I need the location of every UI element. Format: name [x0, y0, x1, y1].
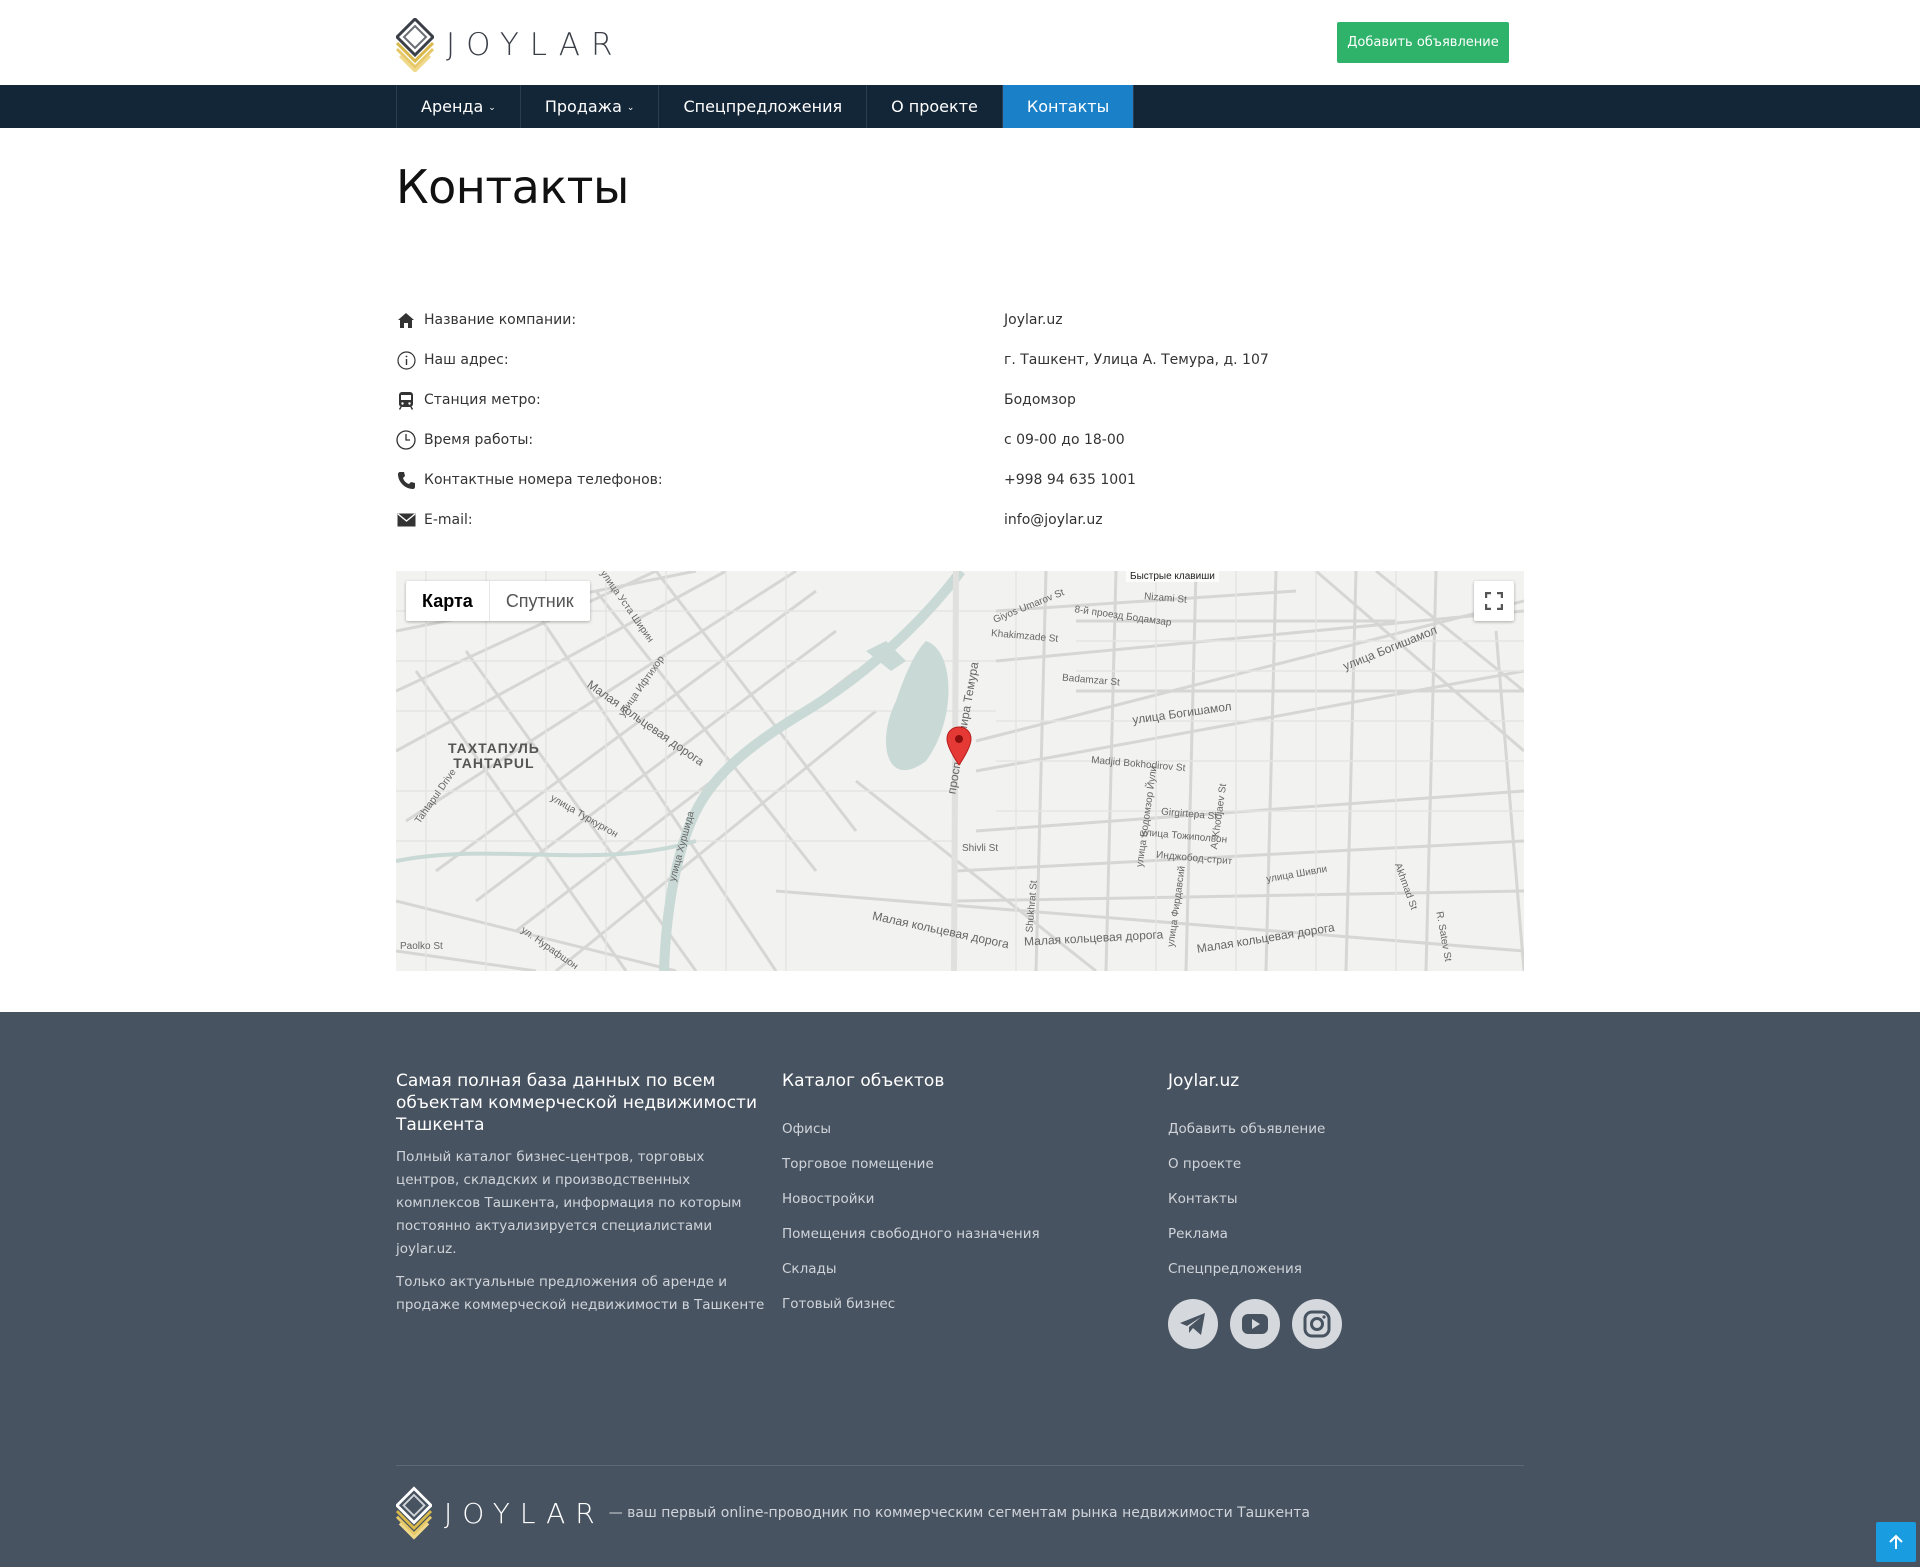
footer-link-advertising[interactable]: Реклама — [1168, 1217, 1528, 1252]
telegram-icon — [1180, 1313, 1205, 1335]
map-tab-satellite[interactable]: Спутник — [490, 581, 590, 621]
contact-row-metro: Станция метро: Бодомзор — [396, 380, 1524, 420]
location-map[interactable]: Быстрые клавиши ТАХТАПУЛЬ TAHTAPUL Малая… — [396, 571, 1524, 971]
footer-link-contacts[interactable]: Контакты — [1168, 1182, 1528, 1217]
metro-icon — [396, 390, 416, 410]
footer-about-title: Самая полная база данных по всем объекта… — [396, 1071, 757, 1135]
footer-link-offices[interactable]: Офисы — [782, 1112, 1152, 1147]
site-footer: Самая полная база данных по всем объекта… — [0, 1012, 1920, 1567]
nav-item-sale[interactable]: Продажа ⌄ — [521, 85, 660, 128]
logo-text: JOYLAR — [446, 27, 624, 63]
contact-value: Joylar.uz — [1004, 312, 1063, 328]
map-pin-icon[interactable] — [946, 726, 972, 766]
footer-link-about[interactable]: О проекте — [1168, 1147, 1528, 1182]
contact-value: Бодомзор — [1004, 392, 1076, 408]
contact-label: Наш адрес: — [424, 352, 509, 368]
contact-row-email: E-mail: info@joylar.uz — [396, 500, 1524, 540]
footer-link-ready-business[interactable]: Готовый бизнес — [782, 1287, 1152, 1322]
instagram-icon — [1303, 1310, 1331, 1338]
nav-item-label: О проекте — [891, 97, 978, 116]
telegram-link[interactable] — [1168, 1299, 1218, 1349]
social-links — [1168, 1299, 1528, 1349]
nav-item-label: Аренда — [421, 97, 484, 116]
add-listing-button[interactable]: Добавить объявление — [1337, 22, 1509, 63]
fullscreen-button[interactable] — [1474, 581, 1514, 621]
nav-item-label: Спецпредложения — [683, 97, 843, 116]
footer-about-text: Только актуальные предложения об аренде … — [396, 1274, 765, 1313]
contact-row-company: Название компании: Joylar.uz — [396, 300, 1524, 340]
footer-site-column: Joylar.uz Добавить объявление О проекте … — [1168, 1070, 1528, 1349]
clock-icon — [396, 430, 416, 450]
contact-value: г. Ташкент, Улица А. Темура, д. 107 — [1004, 352, 1269, 368]
contact-row-phone: Контактные номера телефонов: +998 94 635… — [396, 460, 1524, 500]
joylar-logo-icon[interactable] — [396, 1486, 432, 1540]
footer-link-retail[interactable]: Торговое помещение — [782, 1147, 1152, 1182]
footer-link-new-buildings[interactable]: Новостройки — [782, 1182, 1152, 1217]
contact-label: Название компании: — [424, 312, 577, 328]
map-street-label: Paolko St — [400, 941, 443, 952]
contact-value[interactable]: info@joylar.uz — [1004, 512, 1103, 528]
youtube-link[interactable] — [1230, 1299, 1280, 1349]
map-street-label: Shivli St — [962, 843, 999, 854]
mail-icon — [396, 510, 416, 530]
contact-label: Контактные номера телефонов: — [424, 472, 663, 488]
chevron-down-icon: ⌄ — [488, 102, 496, 113]
footer-link-special-offers[interactable]: Спецпредложения — [1168, 1252, 1528, 1287]
contact-label: Время работы: — [424, 432, 534, 448]
phone-icon — [396, 470, 416, 490]
fullscreen-icon — [1485, 592, 1503, 610]
site-logo[interactable]: JOYLAR — [396, 18, 624, 72]
page-title: Контакты — [396, 160, 629, 214]
nav-item-about[interactable]: О проекте — [867, 85, 1003, 128]
map-type-toggle: Карта Спутник — [406, 581, 590, 621]
instagram-link[interactable] — [1292, 1299, 1342, 1349]
nav-item-label: Контакты — [1026, 97, 1110, 116]
footer-slogan: — ваш первый online-проводник по коммерч… — [608, 1505, 1311, 1521]
footer-link-add-listing[interactable]: Добавить объявление — [1168, 1112, 1528, 1147]
footer-about-column: Самая полная база данных по всем объекта… — [396, 1070, 766, 1317]
arrow-up-icon — [1889, 1534, 1903, 1549]
map-shortcuts-link[interactable]: Быстрые клавиши — [1126, 571, 1219, 582]
nav-item-rent[interactable]: Аренда ⌄ — [397, 85, 521, 128]
nav-item-contacts[interactable]: Контакты — [1002, 85, 1135, 128]
footer-link-warehouses[interactable]: Склады — [782, 1252, 1152, 1287]
footer-site-title: Joylar.uz — [1168, 1071, 1240, 1091]
footer-logo-row: JOYLAR — ваш первый online-проводник по … — [396, 1486, 1310, 1540]
contact-row-address: Наш адрес: г. Ташкент, Улица А. Темура, … — [396, 340, 1524, 380]
footer-catalog-title: Каталог объектов — [782, 1071, 945, 1091]
scroll-to-top-button[interactable] — [1876, 1522, 1916, 1562]
map-district-label: ТАХТАПУЛЬ TAHTAPUL — [448, 740, 540, 771]
contact-row-hours: Время работы: с 09-00 до 18-00 — [396, 420, 1524, 460]
contact-value[interactable]: +998 94 635 1001 — [1004, 472, 1136, 488]
contact-value: с 09-00 до 18-00 — [1004, 432, 1125, 448]
footer-logo-text: JOYLAR — [444, 1496, 605, 1530]
home-icon — [396, 310, 416, 330]
chevron-down-icon: ⌄ — [626, 102, 635, 113]
footer-about-text: Полный каталог бизнес-центров, торговых … — [396, 1149, 742, 1257]
map-tab-map[interactable]: Карта — [406, 581, 490, 621]
contact-label: E-mail: — [424, 512, 473, 528]
contact-label: Станция метро: — [424, 392, 541, 408]
main-nav: Аренда ⌄ Продажа ⌄ Спецпредложения О про… — [0, 85, 1920, 128]
site-header: JOYLAR Добавить объявление — [0, 0, 1920, 85]
nav-item-special-offers[interactable]: Спецпредложения — [659, 85, 868, 128]
joylar-logo-icon — [396, 18, 434, 72]
contacts-list: Название компании: Joylar.uz Наш адрес: … — [396, 300, 1524, 540]
footer-divider — [396, 1465, 1524, 1466]
footer-catalog-column: Каталог объектов Офисы Торговое помещени… — [782, 1070, 1152, 1322]
footer-link-free-purpose[interactable]: Помещения свободного назначения — [782, 1217, 1152, 1252]
info-icon — [396, 350, 416, 370]
nav-item-label: Продажа — [544, 97, 622, 116]
youtube-icon — [1242, 1314, 1268, 1334]
